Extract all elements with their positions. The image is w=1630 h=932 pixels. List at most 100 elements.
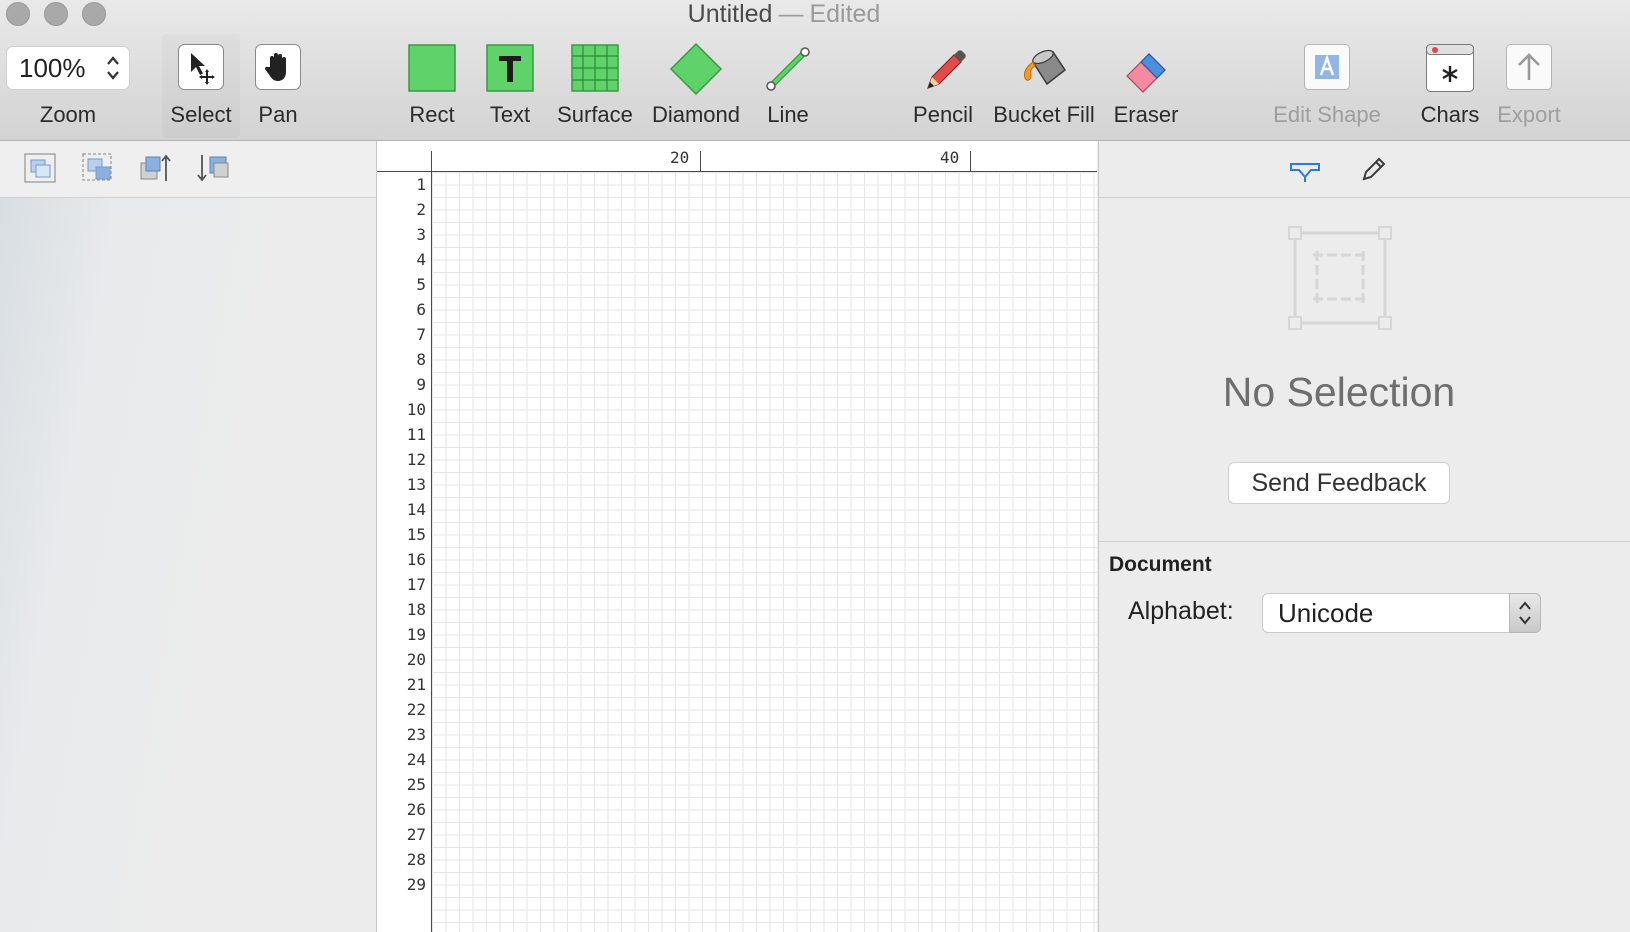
zoom-value: 100% bbox=[19, 53, 86, 83]
ruler-row-number: 9 bbox=[416, 375, 426, 394]
rect-tool-button[interactable]: Rect bbox=[400, 34, 464, 138]
ruler-row-number: 14 bbox=[406, 500, 426, 519]
no-selection-text: No Selection bbox=[1222, 369, 1456, 415]
select-arrow-icon bbox=[178, 44, 224, 95]
diamond-tool-label: Diamond bbox=[651, 102, 741, 127]
edited-status: Edited bbox=[809, 0, 881, 28]
canvas-grid[interactable] bbox=[432, 172, 1097, 932]
ruler-row-number: 15 bbox=[406, 525, 426, 544]
chars-button[interactable]: Chars bbox=[1416, 34, 1484, 138]
ruler-mark-40: 40 bbox=[940, 148, 960, 167]
surface-tool-button[interactable]: Surface bbox=[552, 34, 638, 138]
bucket-fill-icon bbox=[1017, 44, 1071, 99]
pencil-tool-label: Pencil bbox=[913, 102, 973, 127]
ruler-row-number: 21 bbox=[406, 675, 426, 694]
ruler-row-number: 6 bbox=[416, 300, 426, 319]
ungroup-icon[interactable] bbox=[80, 151, 116, 185]
bucket-fill-tool-button[interactable]: Bucket Fill bbox=[990, 34, 1098, 138]
ruler-row-number: 18 bbox=[406, 600, 426, 619]
shape-inspector-tab-icon[interactable] bbox=[1287, 155, 1323, 183]
ruler-row-number: 2 bbox=[416, 200, 426, 219]
ruler-row-number: 7 bbox=[416, 325, 426, 344]
inspector-tabs bbox=[1099, 141, 1630, 198]
line-icon bbox=[763, 44, 813, 99]
window-title: Untitled — Edited bbox=[0, 0, 1568, 28]
rect-icon bbox=[408, 44, 456, 97]
eraser-icon bbox=[1121, 44, 1171, 99]
ruler-row-number: 10 bbox=[406, 400, 426, 419]
zoom-field[interactable]: 100% bbox=[6, 46, 130, 90]
send-feedback-button[interactable]: Send Feedback bbox=[1228, 462, 1450, 504]
ruler-mark-20: 20 bbox=[670, 148, 690, 167]
ruler-row-number: 25 bbox=[406, 775, 426, 794]
select-tool-label: Select bbox=[170, 102, 232, 127]
alphabet-value: Unicode bbox=[1278, 598, 1374, 628]
export-button[interactable]: Export bbox=[1496, 34, 1562, 138]
surface-grid-icon bbox=[571, 44, 619, 97]
pencil-tool-button[interactable]: Pencil bbox=[910, 34, 976, 138]
diamond-tool-button[interactable]: Diamond bbox=[646, 34, 746, 138]
alphabet-label: Alphabet: bbox=[1128, 597, 1234, 625]
chevron-updown-icon bbox=[1519, 601, 1531, 625]
ruler-row-number: 8 bbox=[416, 350, 426, 369]
edit-shape-button[interactable]: Edit Shape bbox=[1270, 34, 1384, 138]
section-divider bbox=[1099, 541, 1630, 542]
eraser-tool-label: Eraser bbox=[1113, 102, 1179, 127]
toolbar: Untitled — Edited 100% Zoom Select Pan R… bbox=[0, 0, 1630, 141]
vertical-ruler: 1 2 3 4 5 6 7 8 9 10 11 12 13 14 15 16 17 18 19 20 21 22 23 24 2… bbox=[377, 172, 432, 932]
export-icon bbox=[1506, 44, 1552, 95]
ruler-row-number: 13 bbox=[406, 475, 426, 494]
send-backward-icon[interactable] bbox=[196, 151, 232, 185]
ruler-row-number: 22 bbox=[406, 700, 426, 719]
pan-tool-button[interactable]: Pan bbox=[246, 34, 310, 138]
bucket-fill-tool-label: Bucket Fill bbox=[993, 102, 1095, 127]
hand-icon bbox=[255, 44, 301, 95]
ruler-row-number: 23 bbox=[406, 725, 426, 744]
ruler-row-number: 3 bbox=[416, 225, 426, 244]
document-name: Untitled bbox=[687, 0, 773, 28]
export-label: Export bbox=[1497, 102, 1561, 127]
edit-inspector-tab-icon[interactable] bbox=[1359, 155, 1389, 183]
drawing-canvas[interactable]: 20 40 1 2 3 4 5 6 7 8 9 10 11 12 13 14 15 16 17 18 19 20 21 2… bbox=[377, 141, 1097, 932]
ruler-row-number: 19 bbox=[406, 625, 426, 644]
ruler-row-number: 26 bbox=[406, 800, 426, 819]
ruler-row-number: 4 bbox=[416, 250, 426, 269]
ruler-row-number: 17 bbox=[406, 575, 426, 594]
line-tool-label: Line bbox=[767, 102, 809, 127]
ruler-row-number: 1 bbox=[416, 175, 426, 194]
ruler-row-number: 27 bbox=[406, 825, 426, 844]
ruler-row-number: 20 bbox=[406, 650, 426, 669]
surface-tool-label: Surface bbox=[557, 102, 633, 127]
arrange-toolbar bbox=[0, 141, 376, 198]
left-panel bbox=[0, 141, 377, 932]
line-tool-button[interactable]: Line bbox=[758, 34, 818, 138]
alphabet-stepper[interactable] bbox=[1509, 593, 1541, 633]
ruler-row-number: 12 bbox=[406, 450, 426, 469]
ruler-row-number: 11 bbox=[406, 425, 426, 444]
zoom-stepper-icon[interactable] bbox=[105, 53, 121, 83]
ruler-row-number: 28 bbox=[406, 850, 426, 869]
title-separator: — bbox=[778, 0, 804, 28]
rect-tool-label: Rect bbox=[409, 102, 455, 127]
chars-icon bbox=[1426, 44, 1474, 97]
group-icon[interactable] bbox=[22, 151, 58, 185]
text-icon bbox=[486, 44, 534, 97]
pan-tool-label: Pan bbox=[258, 102, 298, 127]
pencil-icon bbox=[918, 44, 968, 99]
inspector-panel: No Selection Send Feedback Document Alph… bbox=[1098, 141, 1630, 932]
bring-forward-icon[interactable] bbox=[138, 151, 174, 185]
edit-shape-icon bbox=[1304, 44, 1350, 95]
select-tool-button[interactable]: Select bbox=[162, 34, 240, 138]
eraser-tool-button[interactable]: Eraser bbox=[1110, 34, 1182, 138]
ruler-row-number: 29 bbox=[406, 875, 426, 894]
zoom-label: Zoom bbox=[39, 102, 97, 127]
edit-shape-label: Edit Shape bbox=[1273, 102, 1381, 127]
alphabet-select[interactable]: Unicode bbox=[1262, 593, 1541, 633]
diamond-icon bbox=[669, 42, 723, 101]
ruler-row-number: 24 bbox=[406, 750, 426, 769]
ruler-row-number: 16 bbox=[406, 550, 426, 569]
ruler-row-number: 5 bbox=[416, 275, 426, 294]
text-tool-button[interactable]: Text bbox=[478, 34, 542, 138]
document-section-heading: Document bbox=[1109, 553, 1212, 576]
chars-label: Chars bbox=[1420, 102, 1480, 127]
